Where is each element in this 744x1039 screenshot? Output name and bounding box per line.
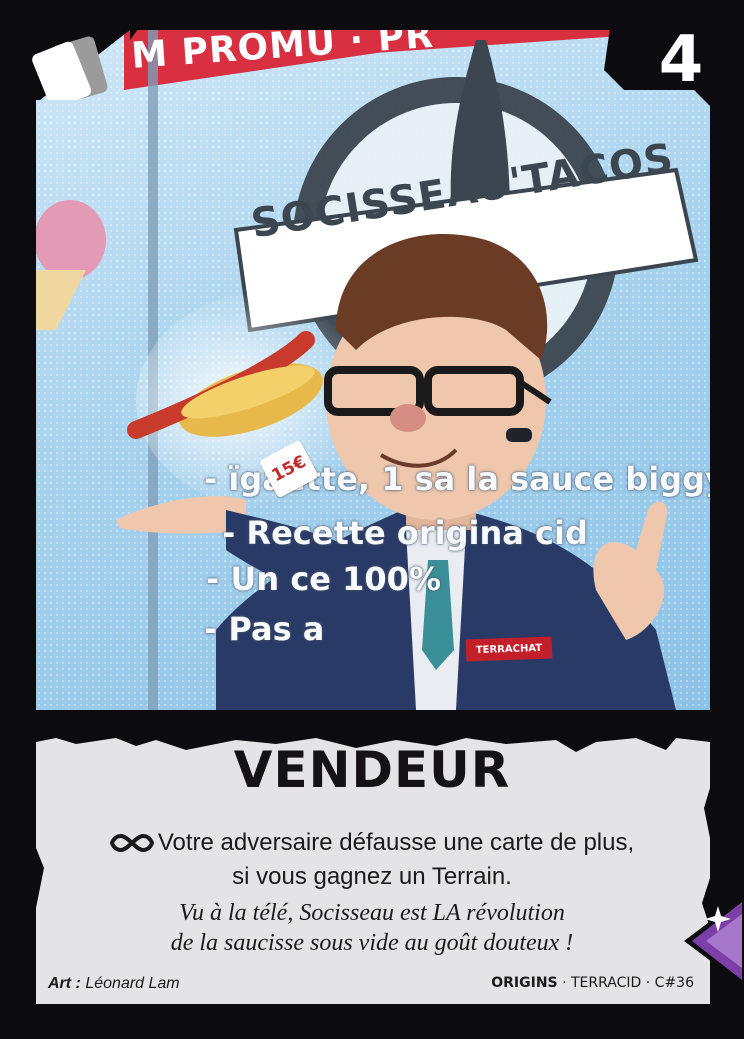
flavor-text: Vu à la télé, Socisseau est LA révolutio… bbox=[60, 898, 684, 958]
card-name: VENDEUR bbox=[233, 741, 511, 799]
card-cost: 4 bbox=[658, 23, 704, 97]
artwork-illustration bbox=[36, 30, 710, 710]
flavor-line-1: Vu à la télé, Socisseau est LA révolutio… bbox=[179, 900, 565, 926]
artist-credit: Art : Léonard Lam bbox=[48, 975, 180, 993]
card-artwork: M PROMU · PR SOCISSEAU'TACOS - ïgaette, … bbox=[36, 30, 710, 710]
promo-line: - Un ce 100% bbox=[206, 560, 441, 598]
infinity-icon bbox=[109, 833, 154, 853]
faction-name: TERRACID bbox=[571, 975, 642, 991]
art-label: Art : bbox=[48, 975, 81, 992]
employee-badge: TERRACHAT bbox=[465, 636, 553, 662]
set-name: ORIGINS bbox=[491, 975, 558, 991]
set-separator: · bbox=[562, 975, 567, 991]
set-separator: · bbox=[645, 975, 651, 991]
promo-line: - Pas a bbox=[204, 610, 325, 648]
promo-line: - Recette origina cid bbox=[222, 514, 588, 552]
flavor-line-2: de la saucisse sous vide au goût douteux… bbox=[170, 930, 574, 956]
set-info: ORIGINS · TERRACID · C#36 bbox=[491, 975, 694, 991]
purple-diamond-rarity-icon bbox=[684, 896, 744, 986]
ability-line-2: si vous gagnez un Terrain. bbox=[232, 863, 512, 890]
ability-line-1: Votre adversaire défausse une carte de p… bbox=[157, 829, 635, 856]
ability-text: Votre adversaire défausse une carte de p… bbox=[60, 826, 684, 894]
artist-name: Léonard Lam bbox=[85, 975, 180, 992]
game-card[interactable]: M PROMU · PR SOCISSEAU'TACOS - ïgaette, … bbox=[0, 0, 744, 1039]
card-type-corner bbox=[0, 0, 160, 100]
